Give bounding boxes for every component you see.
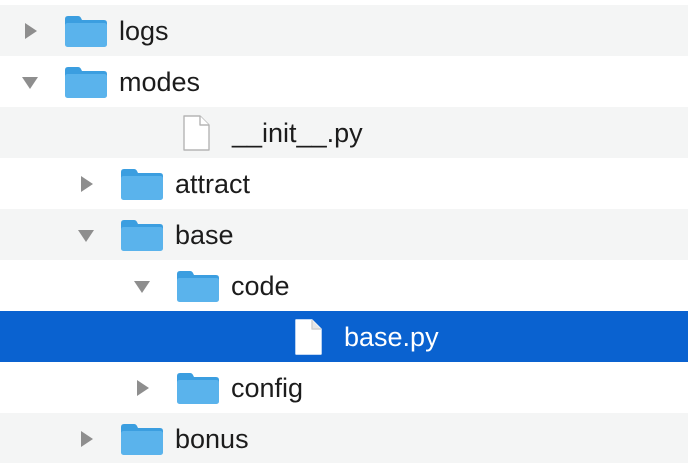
file-tree: logs modes __init__.pyattract base code base.… [0, 0, 688, 463]
tree-item-label: bonus [175, 423, 249, 454]
file-icon [182, 114, 210, 151]
tree-row[interactable]: modes [0, 56, 688, 107]
tree-row[interactable]: code [0, 260, 688, 311]
tree-row[interactable]: logs [0, 5, 688, 56]
disclosure-triangle-right-icon[interactable] [75, 428, 97, 450]
folder-icon [120, 168, 164, 201]
disclosure-triangle-right-icon[interactable] [19, 20, 41, 42]
disclosure-triangle-right-icon[interactable] [75, 173, 97, 195]
folder-icon [120, 219, 164, 252]
tree-row[interactable]: attract [0, 158, 688, 209]
tree-item-label: attract [175, 168, 251, 199]
disclosure-triangle-down-icon[interactable] [131, 275, 153, 297]
folder-icon [176, 372, 220, 405]
tree-item-label: config [231, 372, 304, 403]
folder-icon [64, 66, 108, 99]
tree-row[interactable]: config [0, 362, 688, 413]
folder-icon [64, 15, 108, 48]
tree-row[interactable]: __init__.py [0, 107, 688, 158]
file-icon [294, 318, 322, 355]
folder-icon [120, 423, 164, 456]
tree-item-label: base [175, 219, 234, 250]
tree-row[interactable]: base.py [0, 311, 688, 362]
tree-item-label: __init__.py [232, 117, 363, 148]
disclosure-triangle-down-icon[interactable] [19, 71, 41, 93]
tree-row[interactable]: base [0, 209, 688, 260]
folder-icon [176, 270, 220, 303]
tree-item-label: code [231, 270, 290, 301]
tree-item-label: logs [119, 15, 169, 46]
disclosure-triangle-down-icon[interactable] [75, 224, 97, 246]
tree-row[interactable]: bonus [0, 413, 688, 463]
tree-item-label: base.py [344, 321, 439, 352]
tree-item-label: modes [119, 66, 201, 97]
disclosure-triangle-right-icon[interactable] [131, 377, 153, 399]
